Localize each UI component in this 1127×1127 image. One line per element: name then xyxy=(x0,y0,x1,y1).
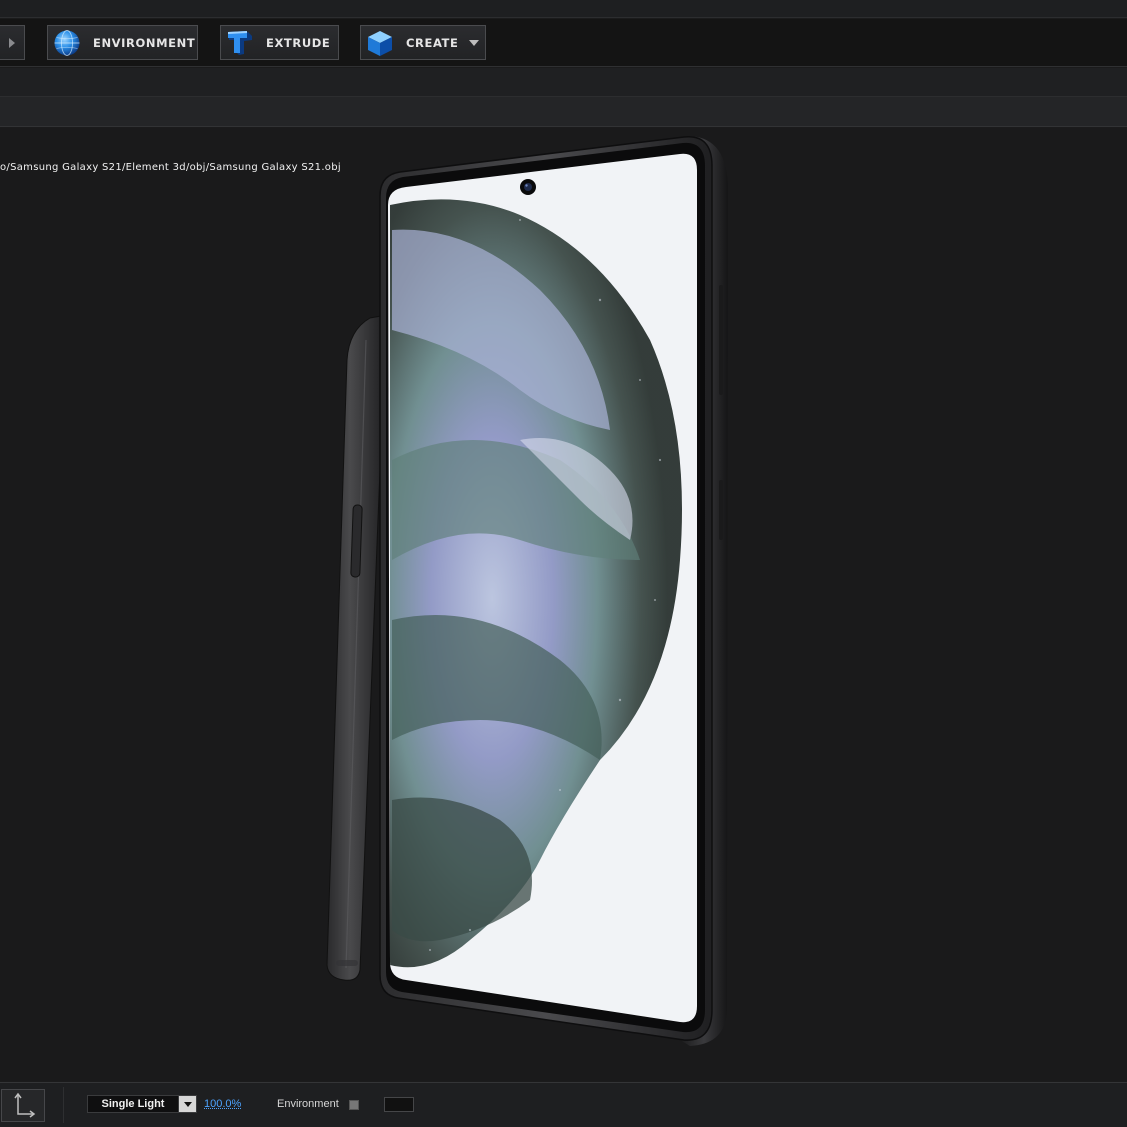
chevron-down-icon xyxy=(178,1096,196,1112)
environment-checkbox[interactable] xyxy=(349,1100,359,1110)
create-label: CREATE xyxy=(406,35,459,50)
environment-label: ENVIRONMENT xyxy=(93,35,196,50)
axis-button[interactable] xyxy=(1,1089,45,1122)
separator xyxy=(63,1087,64,1123)
arrow-right-icon xyxy=(8,37,15,48)
extrude-t-icon xyxy=(228,30,252,55)
file-path-label: o/Samsung Galaxy S21/Element 3d/obj/Sams… xyxy=(0,162,341,173)
light-mode-select[interactable]: Single Light xyxy=(87,1095,197,1113)
title-strip xyxy=(0,0,1127,18)
create-dropdown[interactable]: CREATE xyxy=(360,25,486,60)
tertiary-toolbar xyxy=(0,97,1127,127)
light-intensity-value[interactable]: 100.0% xyxy=(204,1098,241,1110)
extrude-label: EXTRUDE xyxy=(266,35,331,50)
status-bar: Single Light 100.0% Environment xyxy=(0,1082,1127,1127)
secondary-toolbar xyxy=(0,68,1127,97)
background-color-swatch[interactable] xyxy=(384,1097,414,1112)
chevron-down-icon xyxy=(469,39,480,46)
environment-toggle-label: Environment xyxy=(277,1098,339,1110)
light-mode-value: Single Light xyxy=(101,1098,165,1110)
3d-viewport[interactable]: o/Samsung Galaxy S21/Element 3d/obj/Sams… xyxy=(0,128,1127,1081)
environment-button[interactable]: ENVIRONMENT xyxy=(47,25,198,60)
scroll-left-button[interactable] xyxy=(0,25,25,60)
phone-model-render xyxy=(326,136,728,1046)
extrude-button[interactable]: EXTRUDE xyxy=(220,25,339,60)
cube-icon xyxy=(368,30,392,56)
globe-icon xyxy=(54,29,80,56)
axis-icon xyxy=(14,1092,36,1118)
